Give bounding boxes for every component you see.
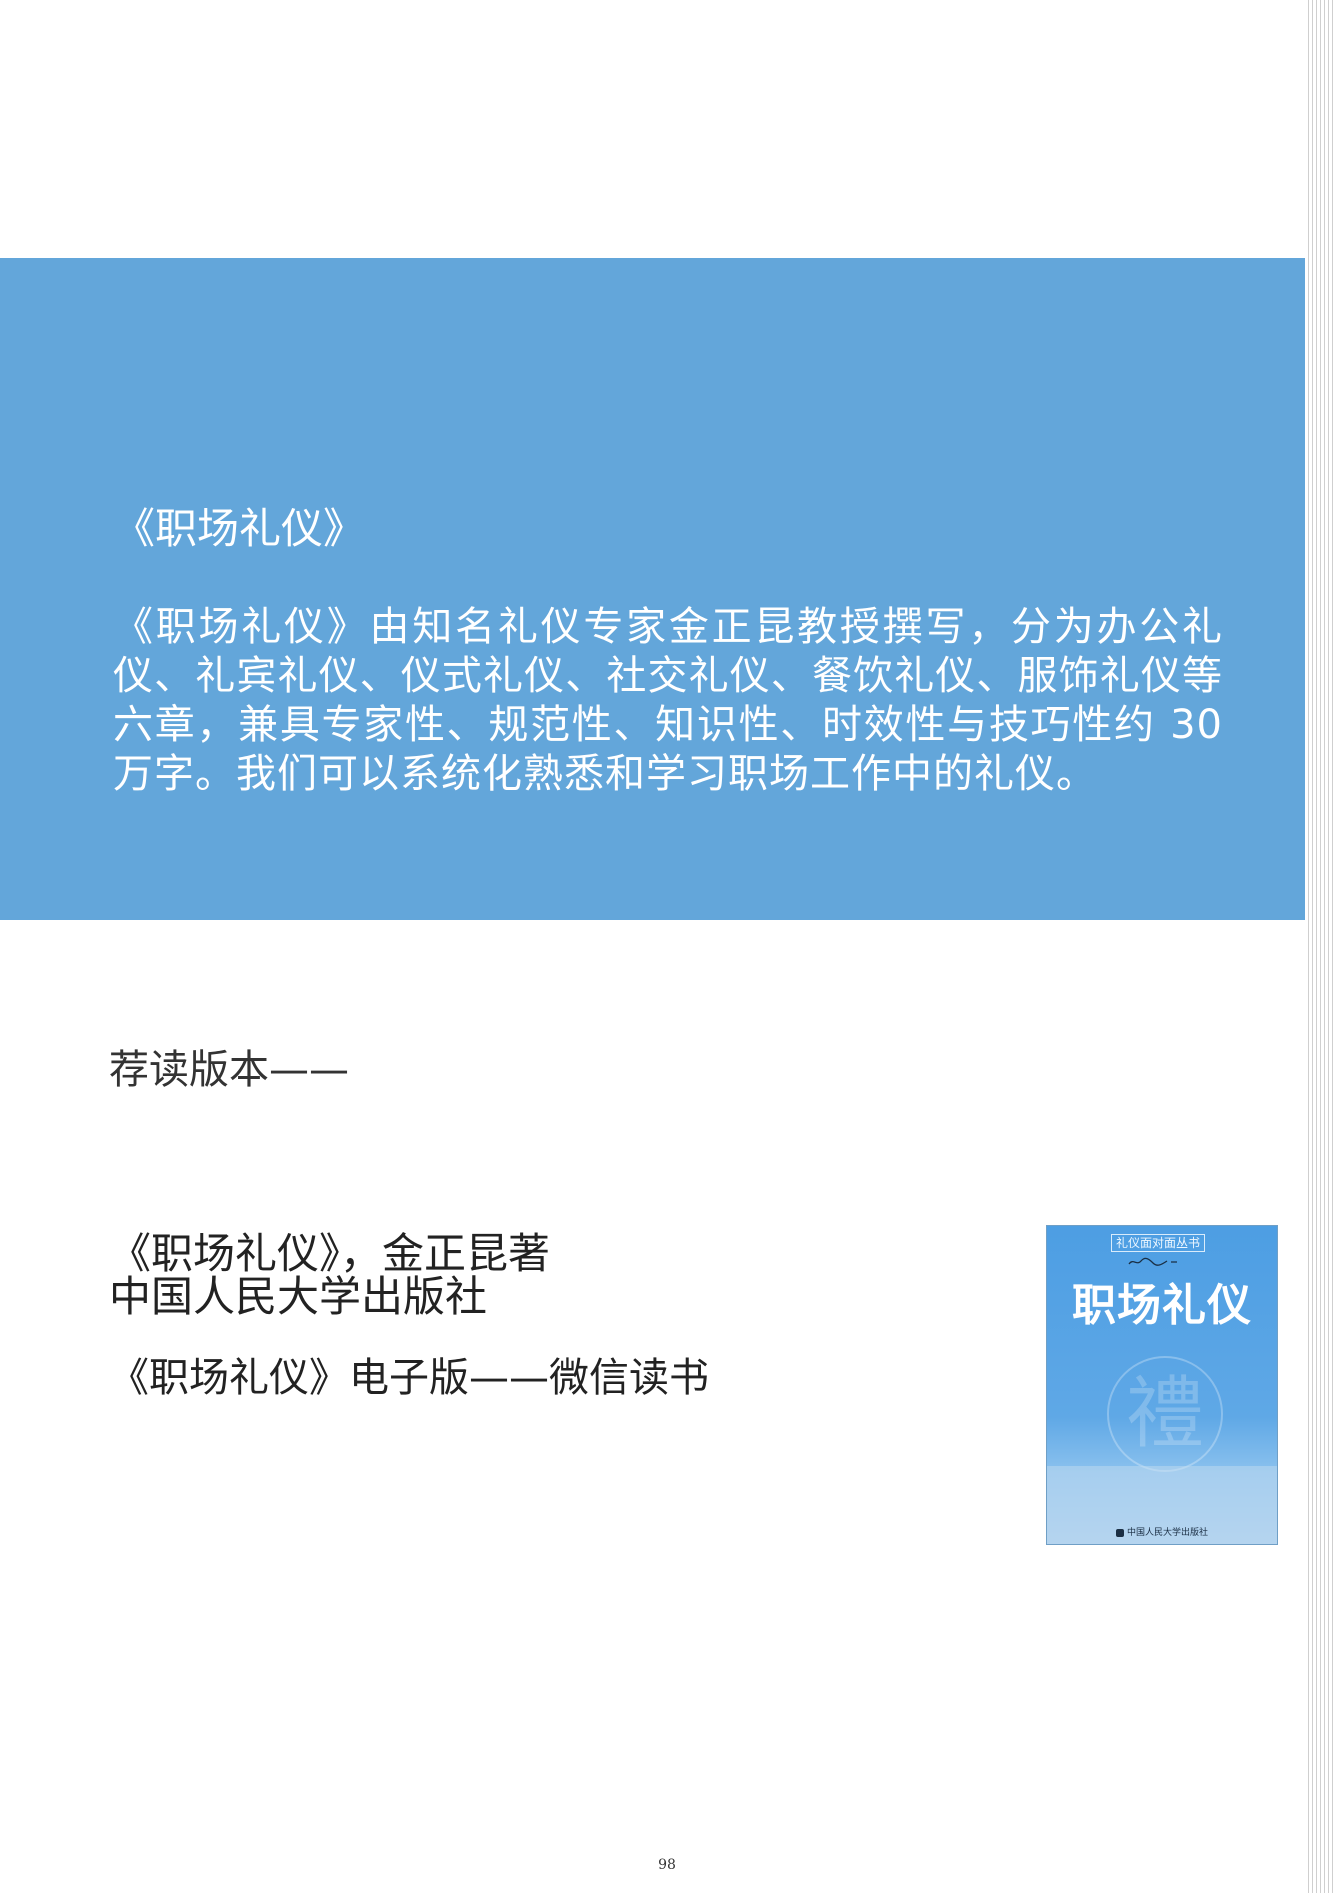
document-page: 《职场礼仪》 《职场礼仪》由知名礼仪专家金正昆教授撰写，分为办公礼仪、礼宾礼仪、… xyxy=(0,0,1333,1893)
book-author-line: 《职场礼仪》，金正昆著 xyxy=(109,1229,551,1278)
cover-publisher-text: 中国人民大学出版社 xyxy=(1126,1528,1208,1538)
recommended-book-info: 《职场礼仪》，金正昆著 中国人民大学出版社 xyxy=(109,1232,550,1318)
page-edge-stripes xyxy=(1305,0,1333,1893)
cover-seal-emblem: 禮 xyxy=(1107,1356,1223,1472)
cover-author-signature xyxy=(1127,1256,1183,1271)
publisher-logo-icon xyxy=(1115,1528,1124,1537)
cover-series-label: 礼仪面对面丛书 xyxy=(1111,1234,1206,1252)
book-publisher-line: 中国人民大学出版社 xyxy=(109,1272,488,1321)
signature-icon xyxy=(1128,1257,1177,1266)
book-title-heading: 《职场礼仪》 xyxy=(113,504,366,553)
recommended-edition-label: 荐读版本—— xyxy=(109,1047,349,1093)
book-cover-image: 礼仪面对面丛书 职场礼仪 禮 中国人民大学出版社 xyxy=(1046,1225,1278,1545)
cover-title: 职场礼仪 xyxy=(1072,1280,1252,1331)
page-number: 98 xyxy=(658,1857,676,1873)
ebook-edition-line: 《职场礼仪》电子版——微信读书 xyxy=(109,1355,709,1401)
book-summary-paragraph: 《职场礼仪》由知名礼仪专家金正昆教授撰写，分为办公礼仪、礼宾礼仪、仪式礼仪、社交… xyxy=(113,604,1223,797)
cover-publisher: 中国人民大学出版社 xyxy=(1047,1525,1277,1538)
summary-band xyxy=(0,258,1305,920)
cover-seal-glyph: 禮 xyxy=(1125,1369,1204,1459)
